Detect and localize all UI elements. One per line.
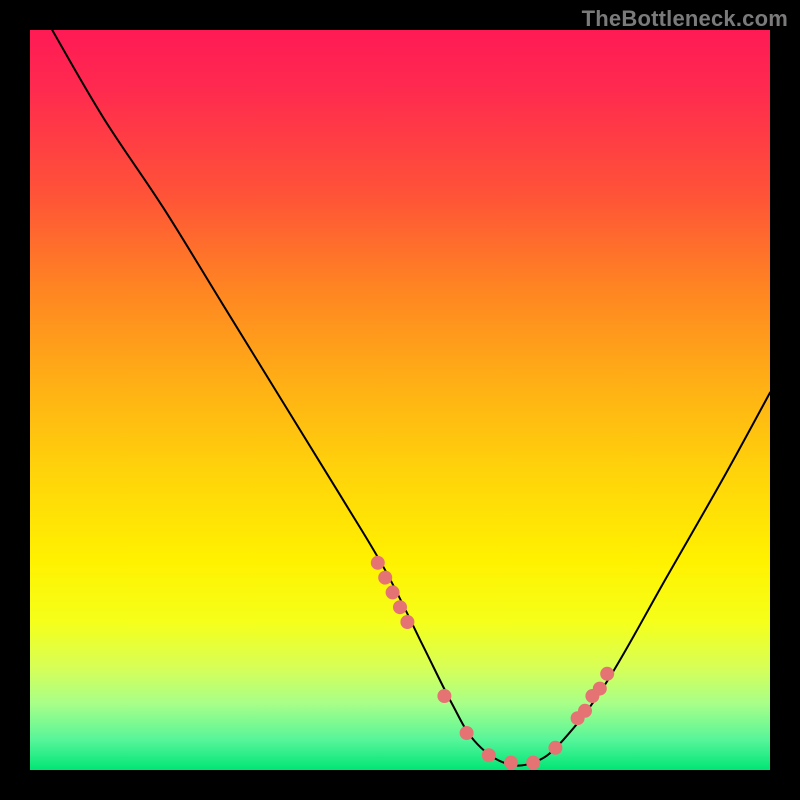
watermark-text: TheBottleneck.com: [582, 6, 788, 32]
highlight-dot: [386, 585, 400, 599]
bottleneck-curve: [52, 30, 770, 766]
highlight-dot: [371, 556, 385, 570]
highlight-dot: [593, 682, 607, 696]
highlight-dot: [400, 615, 414, 629]
dot-layer: [371, 556, 614, 770]
curve-layer: [30, 30, 770, 770]
highlight-dot: [548, 741, 562, 755]
highlight-dot: [526, 756, 540, 770]
highlight-dot: [504, 756, 518, 770]
highlight-dot: [482, 748, 496, 762]
chart-stage: TheBottleneck.com: [0, 0, 800, 800]
highlight-dot: [437, 689, 451, 703]
highlight-dot: [393, 600, 407, 614]
highlight-dot: [460, 726, 474, 740]
plot-area: [30, 30, 770, 770]
highlight-dot: [600, 667, 614, 681]
highlight-dot: [578, 704, 592, 718]
highlight-dot: [378, 571, 392, 585]
